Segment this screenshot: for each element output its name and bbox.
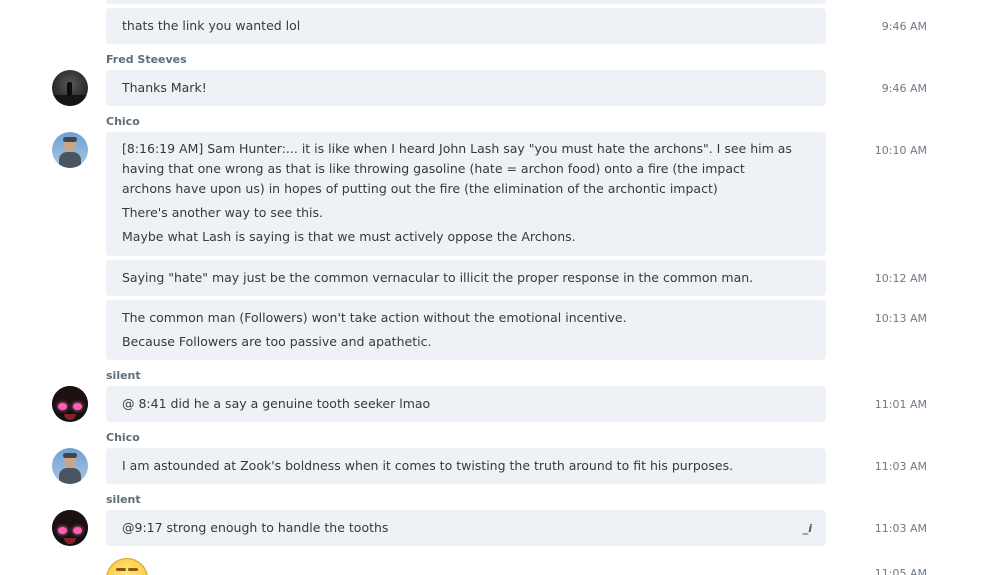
avatar-hair (52, 386, 88, 406)
message-bubble[interactable]: thats the link you wanted lol (106, 8, 826, 44)
avatar[interactable] (52, 70, 88, 106)
avatar-eye (73, 527, 82, 534)
avatar-eye (58, 403, 67, 410)
avatar-eye (58, 527, 67, 534)
message-text: [8:16:19 AM] Sam Hunter:... it is like w… (122, 141, 792, 196)
message-timestamp[interactable]: 11:01 AM (862, 398, 927, 411)
sender-name[interactable]: Chico (106, 431, 140, 444)
sender-name[interactable]: Fred Steeves (106, 53, 187, 66)
avatar[interactable] (52, 132, 88, 168)
sender-name[interactable]: Chico (106, 115, 140, 128)
message-bubble[interactable]: @9:17 strong enough to handle the tooths… (106, 510, 826, 546)
emoji-brow (116, 568, 126, 571)
message-text: Maybe what Lash is saying is that we mus… (122, 229, 576, 244)
message-bubble[interactable]: Thanks Mark! (106, 70, 826, 106)
message-timestamp[interactable]: 9:46 AM (862, 20, 927, 33)
avatar-mouth (64, 414, 76, 420)
avatar-figure (67, 82, 72, 96)
avatar-body (59, 468, 81, 484)
avatar-body (59, 152, 81, 168)
message-text: I am astounded at Zook's boldness when i… (122, 458, 734, 473)
avatar-mouth (64, 538, 76, 544)
emoji-icon (106, 558, 148, 575)
message-text: There's another way to see this. (122, 205, 324, 220)
message-timestamp[interactable]: 11:03 AM (862, 460, 927, 473)
emoji-brow (128, 568, 138, 571)
avatar-ground (52, 95, 88, 106)
message-bubble[interactable] (106, 0, 826, 4)
message-bubble[interactable]: I am astounded at Zook's boldness when i… (106, 448, 826, 484)
message-timestamp[interactable]: 10:13 AM (862, 312, 927, 325)
message-text: @ 8:41 did he a say a genuine tooth seek… (122, 396, 431, 411)
message-timestamp[interactable]: 11:05 AM (862, 567, 927, 575)
sender-name[interactable]: silent (106, 369, 141, 382)
message-text: thats the link you wanted lol (122, 18, 301, 33)
chat-message-list: thats the link you wanted lol 9:46 AM Fr… (0, 0, 983, 575)
edit-message-icon[interactable]: _i (803, 522, 812, 535)
message-text: Saying "hate" may just be the common ver… (122, 270, 754, 285)
avatar-hat (63, 453, 77, 458)
message-bubble[interactable]: @ 8:41 did he a say a genuine tooth seek… (106, 386, 826, 422)
message-text: @9:17 strong enough to handle the tooths (122, 520, 389, 535)
message-timestamp[interactable]: 9:46 AM (862, 82, 927, 95)
message-text: The common man (Followers) won't take ac… (122, 310, 627, 325)
avatar-hair (52, 510, 88, 530)
message-timestamp[interactable]: 10:12 AM (862, 272, 927, 285)
avatar-hat (63, 137, 77, 142)
avatar[interactable] (52, 448, 88, 484)
message-bubble[interactable]: The common man (Followers) won't take ac… (106, 300, 826, 360)
message-timestamp[interactable]: 10:10 AM (862, 144, 927, 157)
avatar[interactable] (52, 386, 88, 422)
message-bubble[interactable]: Saying "hate" may just be the common ver… (106, 260, 826, 296)
avatar[interactable] (52, 510, 88, 546)
sender-name[interactable]: silent (106, 493, 141, 506)
message-text: Thanks Mark! (122, 80, 207, 95)
message-text: Because Followers are too passive and ap… (122, 334, 432, 349)
avatar-eye (73, 403, 82, 410)
message-timestamp[interactable]: 11:03 AM (862, 522, 927, 535)
message-bubble[interactable]: [8:16:19 AM] Sam Hunter:... it is like w… (106, 132, 826, 256)
